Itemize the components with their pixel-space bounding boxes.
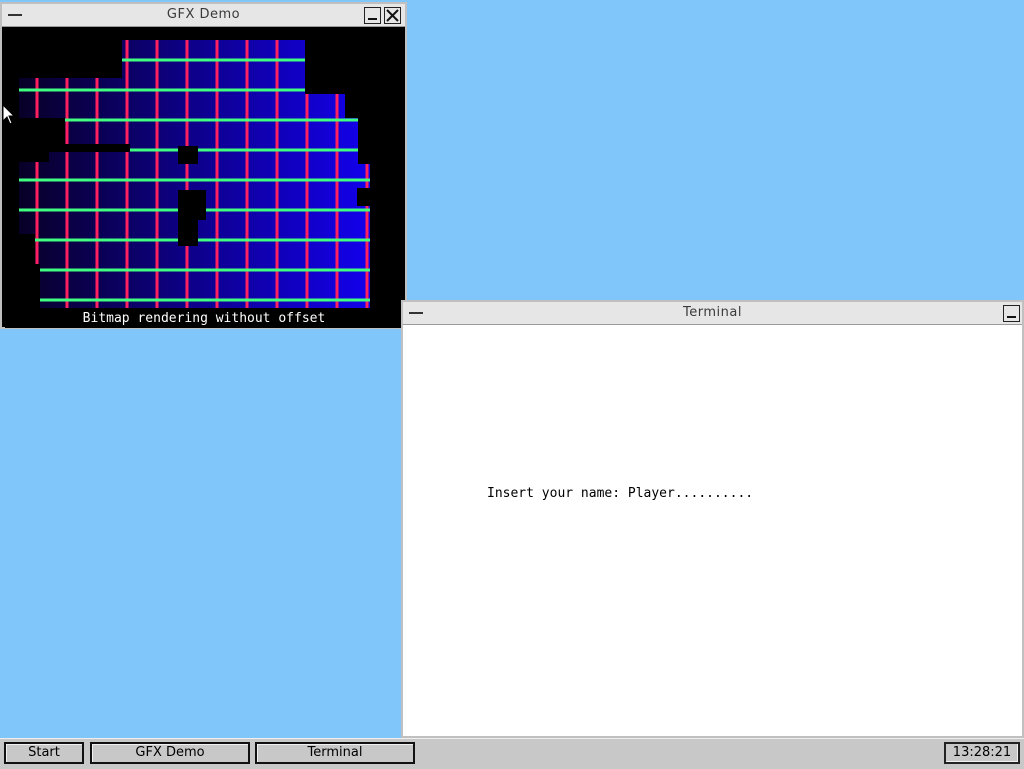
taskbar-clock: 13:28:21 (944, 742, 1020, 764)
minimize-button[interactable] (364, 7, 381, 24)
start-button[interactable]: Start (4, 742, 84, 764)
terminal-window[interactable]: Terminal Insert your name: Player.......… (401, 300, 1024, 738)
gfx-demo-title: GFX Demo (166, 7, 241, 22)
terminal-body[interactable]: Insert your name: Player.......... (405, 326, 1020, 736)
gfx-demo-titlebar[interactable]: GFX Demo (2, 4, 405, 27)
terminal-titlebar[interactable]: Terminal (403, 302, 1022, 325)
render-caption: Bitmap rendering without offset (82, 311, 326, 326)
minimize-button[interactable] (1003, 305, 1020, 322)
mouse-cursor-icon (2, 104, 16, 125)
gfx-demo-window[interactable]: GFX Demo Bitmap rendering without offset (0, 2, 407, 329)
taskbar-item-terminal[interactable]: Terminal (255, 742, 415, 764)
bitmap-render (5, 40, 373, 308)
terminal-title: Terminal (683, 305, 742, 320)
terminal-prompt-line: Insert your name: Player.......... (487, 486, 754, 501)
minimize-icon (368, 18, 377, 20)
close-icon (386, 9, 399, 22)
taskbar: Start GFX Demo Terminal 13:28:21 (0, 738, 1024, 769)
close-button[interactable] (384, 7, 401, 24)
bitmap-canvas: Bitmap rendering without offset (5, 28, 403, 328)
taskbar-item-gfx-demo[interactable]: GFX Demo (90, 742, 250, 764)
minimize-icon (1007, 316, 1016, 318)
